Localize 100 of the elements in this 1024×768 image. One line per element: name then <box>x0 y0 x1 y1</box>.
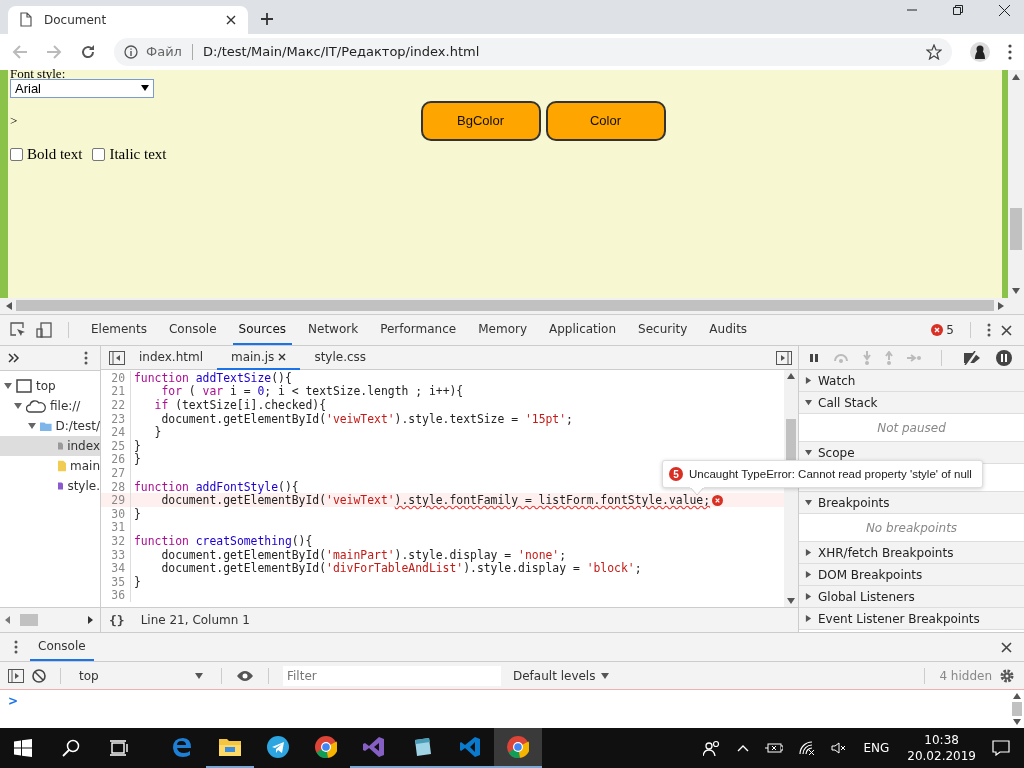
expand-arrow-icon[interactable] <box>805 549 812 556</box>
close-icon[interactable] <box>999 5 1010 17</box>
avatar-icon[interactable] <box>970 41 990 62</box>
section-header[interactable]: Event Listener Breakpoints <box>799 608 1024 630</box>
scroll-thumb[interactable] <box>1012 702 1022 716</box>
devtools-tab[interactable]: Console <box>162 315 223 345</box>
section-header[interactable]: Breakpoints <box>799 492 1024 514</box>
language-indicator[interactable]: ENG <box>863 741 890 755</box>
close-icon[interactable] <box>1001 641 1012 653</box>
file-tab[interactable]: index.html <box>125 345 217 370</box>
scroll-down-icon[interactable] <box>1012 287 1020 294</box>
circle-logo-icon[interactable] <box>315 736 337 758</box>
ribbon-icon[interactable] <box>363 736 385 758</box>
close-icon[interactable] <box>1001 324 1012 336</box>
section-header[interactable]: Call Stack <box>799 392 1024 414</box>
scroll-up-icon[interactable] <box>787 373 795 379</box>
error-icon[interactable] <box>931 324 944 336</box>
restore-icon[interactable] <box>953 5 963 16</box>
circle-logo-icon[interactable] <box>507 736 529 758</box>
kebab-icon[interactable] <box>14 640 18 654</box>
clock-date[interactable]: 20.02.2019 <box>907 748 976 764</box>
file-tab[interactable]: main.js <box>217 345 301 370</box>
paper-plane-icon[interactable] <box>267 736 289 758</box>
menu-icon[interactable] <box>1008 43 1012 60</box>
sidebar-toggle-icon[interactable] <box>8 668 24 683</box>
search-icon[interactable] <box>62 739 80 757</box>
expand-arrow-icon[interactable] <box>805 593 812 600</box>
error-count[interactable]: 5 <box>946 323 954 337</box>
chevron-up-icon[interactable] <box>737 744 750 752</box>
format-button[interactable]: {} <box>109 612 125 628</box>
scroll-left-icon[interactable] <box>6 301 12 310</box>
reload-icon[interactable] <box>80 43 96 60</box>
expand-arrow-icon[interactable] <box>805 615 812 622</box>
clear-icon[interactable] <box>32 668 46 683</box>
color-button[interactable]: BgColor <box>420 100 541 141</box>
address-field[interactable]: Файл D:/test/Main/Макс/IT/Редактор/index.html <box>114 37 952 66</box>
devtools-tab[interactable]: Performance <box>374 315 463 345</box>
start-icon[interactable] <box>14 739 32 757</box>
expand-arrow-icon[interactable] <box>28 422 36 430</box>
devtools-tab[interactable]: Audits <box>703 315 754 345</box>
filter-field[interactable]: Filter <box>283 665 501 686</box>
expand-arrow-icon[interactable] <box>805 377 812 384</box>
checkbox[interactable] <box>92 147 106 161</box>
tree-item[interactable]: D:/test/ <box>0 416 100 436</box>
expand-arrow-icon[interactable] <box>805 499 812 506</box>
pause-exceptions-icon[interactable] <box>996 349 1012 366</box>
checkbox[interactable] <box>10 147 23 161</box>
device-icon[interactable] <box>36 322 52 338</box>
scroll-right-icon[interactable] <box>998 301 1004 310</box>
taskbar-button[interactable] <box>494 728 542 768</box>
section-header[interactable]: XHR/fetch Breakpoints <box>799 542 1024 564</box>
font-select[interactable]: Arial <box>10 78 154 98</box>
new-tab-icon[interactable] <box>260 11 274 26</box>
inspect-icon[interactable] <box>10 322 26 338</box>
prompt-text[interactable]: > <box>0 690 19 708</box>
scroll-up-icon[interactable] <box>1012 73 1020 80</box>
scroll-thumb[interactable] <box>16 300 994 312</box>
bracket-icon[interactable] <box>459 736 481 758</box>
file-tab[interactable]: style.css <box>300 345 381 370</box>
pause-icon[interactable] <box>809 352 819 363</box>
expand-arrow-icon[interactable] <box>4 382 12 390</box>
scroll-thumb[interactable] <box>1010 207 1022 250</box>
kebab-icon[interactable] <box>987 323 991 337</box>
browser-tab[interactable]: Document <box>8 5 248 34</box>
expand-arrow-icon[interactable] <box>805 571 812 578</box>
expand-arrow-icon[interactable] <box>14 402 22 410</box>
devtools-tab[interactable]: Elements <box>85 315 153 345</box>
scroll-down-icon[interactable] <box>787 598 795 604</box>
error-icon[interactable] <box>712 494 724 506</box>
wifi-icon[interactable] <box>799 741 816 755</box>
color-button[interactable]: Color <box>545 100 666 141</box>
tree-item[interactable]: main <box>0 456 100 476</box>
devtools-tab[interactable]: Security <box>632 315 694 345</box>
letter-e-icon[interactable] <box>171 736 193 758</box>
eye-icon[interactable] <box>236 669 254 682</box>
sidebar-toggle-icon[interactable] <box>776 350 792 365</box>
expand-arrow-icon[interactable] <box>805 399 812 406</box>
notification-icon[interactable] <box>992 740 1010 756</box>
close-icon[interactable] <box>226 14 236 25</box>
context-select[interactable]: top <box>75 668 207 683</box>
folder-icon[interactable] <box>219 738 241 756</box>
scrollbar[interactable] <box>4 614 94 626</box>
info-icon[interactable] <box>124 44 138 59</box>
scroll-down-icon[interactable] <box>1013 719 1021 725</box>
devtools-tab[interactable]: Application <box>543 315 623 345</box>
battery-icon[interactable] <box>765 742 784 754</box>
deactivate-breakpoints-icon[interactable] <box>962 350 982 365</box>
scroll-up-icon[interactable] <box>1013 693 1021 699</box>
tree-item[interactable]: index <box>0 436 100 456</box>
levels-dropdown[interactable]: Default levels <box>509 668 614 683</box>
section-header[interactable]: DOM Breakpoints <box>799 564 1024 586</box>
more-icon[interactable] <box>8 353 20 363</box>
sidebar-toggle-icon[interactable] <box>109 350 125 365</box>
people-icon[interactable] <box>703 740 722 756</box>
devtools-tab[interactable]: Memory <box>472 315 533 345</box>
settings-icon[interactable] <box>1000 668 1014 683</box>
section-header[interactable]: Global Listeners <box>799 586 1024 608</box>
star-icon[interactable] <box>926 43 942 60</box>
task-view-icon[interactable] <box>110 740 128 756</box>
tree-item[interactable]: style. <box>0 476 100 496</box>
